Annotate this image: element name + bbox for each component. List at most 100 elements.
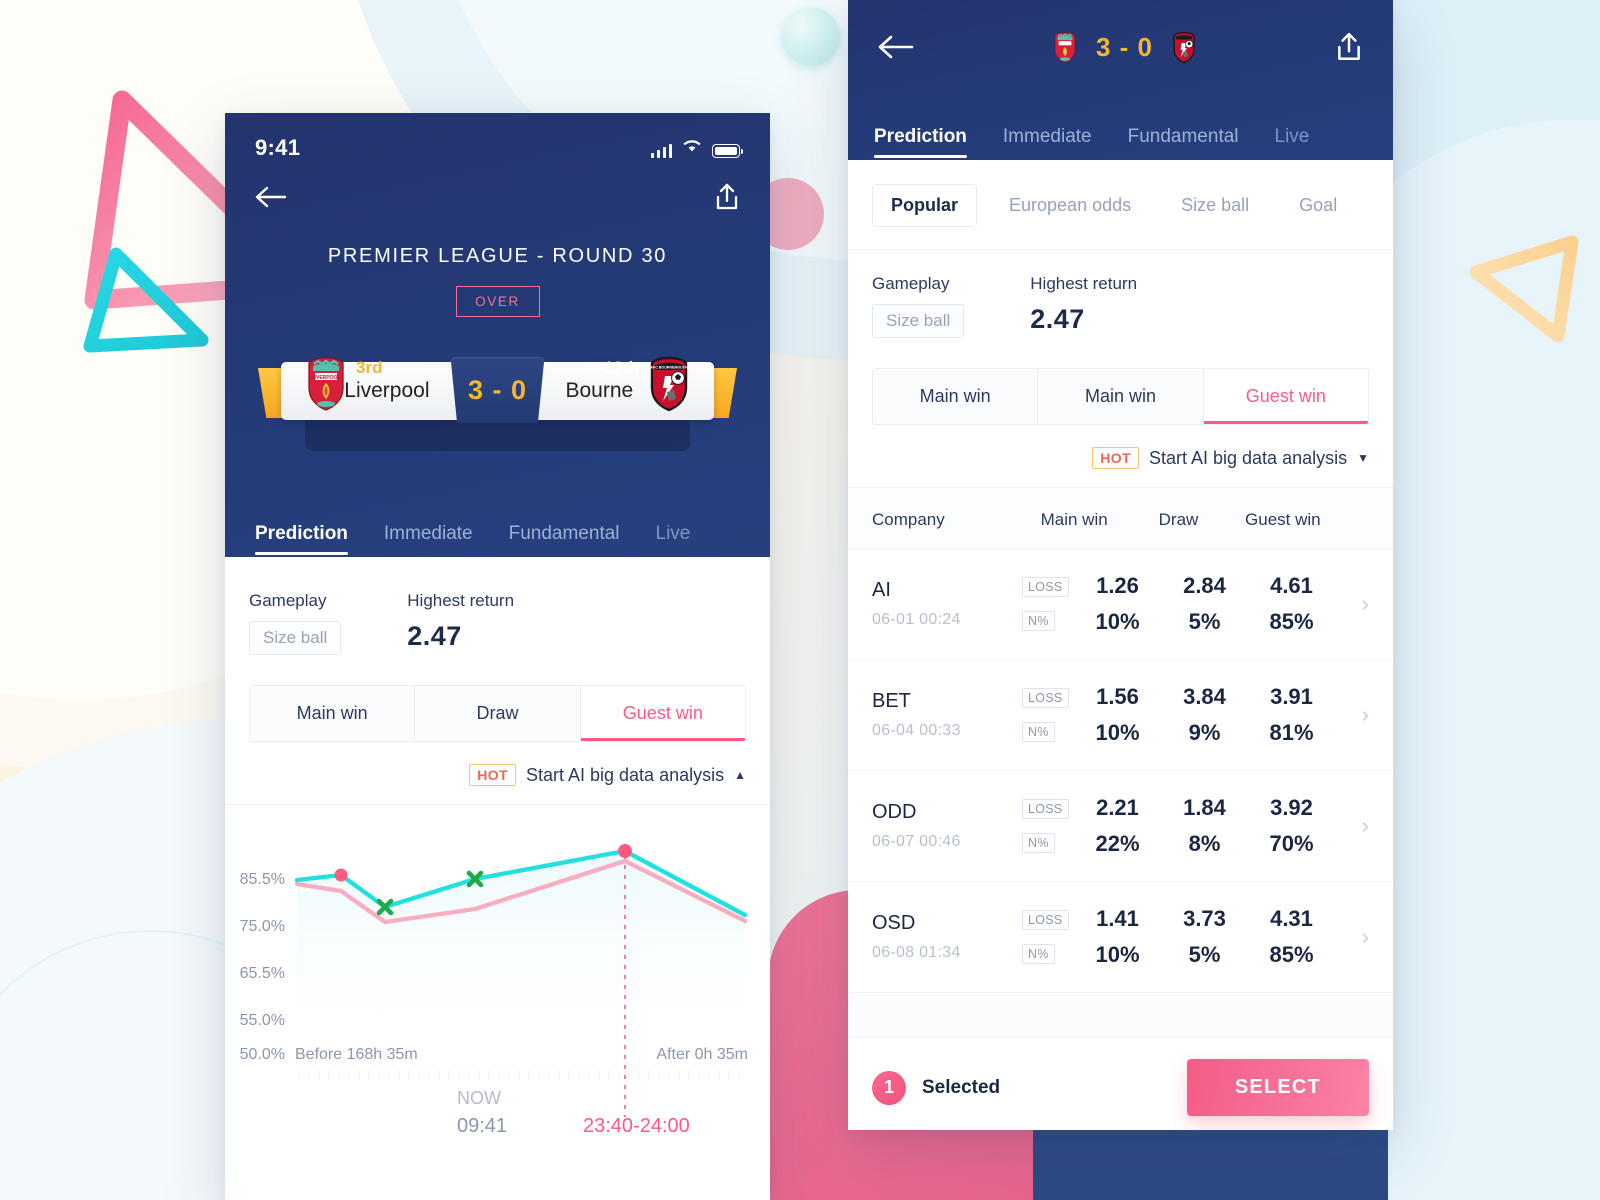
pill-european-odds[interactable]: European odds — [991, 185, 1149, 226]
wifi-icon — [682, 138, 702, 158]
gameplay-label: Gameplay — [249, 591, 327, 610]
chevron-right-icon[interactable]: › — [1335, 591, 1369, 617]
share-icon[interactable] — [1335, 32, 1363, 62]
gameplay-chip[interactable]: Size ball — [249, 621, 342, 655]
away-team-rank: 12th — [604, 358, 639, 377]
tab-fundamental[interactable]: Fundamental — [1128, 126, 1239, 160]
tag-npct: N% — [1022, 833, 1055, 853]
odds-value: 1.84 — [1183, 795, 1226, 820]
liverpool-crest-icon — [1050, 30, 1080, 64]
table-row[interactable]: ODD 06-07 00:46 LOSS N% 2.21 22% 1.84 8%… — [848, 771, 1393, 882]
left-phone-screen: 9:41 PREMIER LEAGUE - ROUND 30 OVER Live… — [225, 113, 770, 1200]
odds-value: 1.41 — [1096, 906, 1139, 931]
highest-return-value: 2.47 — [1030, 304, 1085, 334]
ai-analysis-toggle[interactable]: HOT Start AI big data analysis ▲ — [249, 742, 746, 804]
odds-value: 3.73 — [1183, 906, 1226, 931]
tab-fundamental[interactable]: Fundamental — [509, 523, 620, 557]
tab-prediction[interactable]: Prediction — [255, 523, 348, 557]
hero-nav-row — [225, 161, 770, 211]
chevron-right-icon[interactable]: › — [1335, 813, 1369, 839]
company-name: BET — [872, 690, 911, 712]
percent-value: 8% — [1188, 831, 1221, 856]
ai-analysis-label: Start AI big data analysis — [525, 764, 725, 785]
hero-tab-bar: Prediction Immediate Fundamental Live — [225, 499, 770, 557]
table-row[interactable]: BET 06-04 00:33 LOSS N% 1.56 10% 3.84 9%… — [848, 660, 1393, 771]
segment-main-win-2[interactable]: Main win — [1038, 369, 1204, 424]
share-icon[interactable] — [714, 183, 740, 211]
odds-value: 1.56 — [1096, 684, 1139, 709]
tab-live[interactable]: Live — [656, 523, 691, 557]
company-name: ODD — [872, 801, 917, 823]
select-button[interactable]: SELECT — [1186, 1059, 1369, 1116]
chart-svg: 85.5% 75.0% 65.5% 55.0% 50.0% Before 168… — [240, 844, 748, 1137]
cell-draw: 3.84 9% — [1161, 684, 1248, 746]
chart-now-time: 09:41 — [457, 1115, 507, 1137]
back-arrow-icon[interactable] — [878, 35, 914, 59]
table-row[interactable]: OSD 06-08 01:34 LOSS N% 1.41 10% 3.73 5%… — [848, 882, 1393, 993]
tag-npct: N% — [1022, 722, 1055, 742]
percent-value: 70% — [1269, 831, 1314, 856]
column-header-guest-win: Guest win — [1245, 510, 1321, 529]
match-score: 3 - 0 — [450, 357, 545, 423]
percent-value: 5% — [1188, 942, 1221, 967]
svg-text:LIVERPOOL: LIVERPOOL — [312, 375, 341, 381]
highest-return-label: Highest return — [407, 591, 515, 610]
cell-guest-win: 3.91 81% — [1248, 684, 1335, 746]
cell-draw: 1.84 8% — [1161, 795, 1248, 857]
prediction-chart: 85.5% 75.0% 65.5% 55.0% 50.0% Before 168… — [225, 805, 770, 1165]
percent-value: 10% — [1095, 942, 1140, 967]
tab-prediction[interactable]: Prediction — [874, 126, 967, 160]
odds-value: 2.21 — [1096, 795, 1139, 820]
table-row[interactable]: AI 06-01 00:24 LOSS N% 1.26 10% 2.84 5% … — [848, 549, 1393, 660]
selected-count-badge: 1 — [872, 1070, 906, 1105]
chevron-right-icon[interactable]: › — [1335, 702, 1369, 728]
company-date: 06-04 00:33 — [872, 722, 961, 739]
segment-main-win-1[interactable]: Main win — [873, 369, 1039, 424]
cell-main-win: 2.21 22% — [1074, 795, 1161, 857]
company-name: OSD — [872, 912, 916, 934]
tab-immediate[interactable]: Immediate — [384, 523, 473, 557]
pill-size-ball[interactable]: Size ball — [1163, 185, 1267, 226]
chevron-right-icon[interactable]: › — [1335, 924, 1369, 950]
x-label-left: Before 168h 35m — [295, 1046, 418, 1063]
liverpool-crest-icon: LIVERPOOL — [300, 354, 352, 412]
tab-immediate[interactable]: Immediate — [1003, 126, 1092, 160]
back-arrow-icon[interactable] — [255, 186, 287, 208]
over-badge: OVER — [455, 286, 540, 317]
highest-return-label: Highest return — [1030, 274, 1138, 293]
cell-tags: LOSS N% — [1022, 688, 1074, 742]
tag-loss: LOSS — [1022, 799, 1069, 819]
hero-tab-bar: Prediction Immediate Fundamental Live — [848, 108, 1393, 160]
cell-guest-win: 3.92 70% — [1248, 795, 1335, 857]
gameplay-label: Gameplay — [872, 274, 950, 293]
segment-main-win[interactable]: Main win — [250, 686, 416, 741]
ai-analysis-toggle[interactable]: HOT Start AI big data analysis ▼ — [872, 425, 1369, 487]
decorative-triangle-cyan — [82, 247, 212, 358]
segment-draw[interactable]: Draw — [415, 686, 581, 741]
selected-label: Selected — [922, 1076, 1001, 1098]
odds-value: 1.26 — [1096, 573, 1139, 598]
right-phone-screen: 3 - 0 Prediction Immediate Fundamental L… — [848, 0, 1393, 1130]
tab-live[interactable]: Live — [1275, 126, 1310, 160]
pill-goal[interactable]: Goal — [1281, 185, 1355, 226]
match-hero-header: 9:41 PREMIER LEAGUE - ROUND 30 OVER Live… — [225, 113, 770, 557]
cell-company: AI 06-01 00:24 — [872, 579, 1022, 629]
cell-guest-win: 4.61 85% — [1248, 573, 1335, 635]
gameplay-chip[interactable]: Size ball — [872, 304, 965, 338]
segment-guest-win[interactable]: Guest win — [1203, 369, 1368, 424]
pill-popular[interactable]: Popular — [872, 184, 978, 227]
cell-tags: LOSS N% — [1022, 910, 1074, 964]
outcome-segmented-control: Main win Draw Guest win — [249, 685, 746, 742]
cell-company: OSD 06-08 01:34 — [872, 912, 1022, 962]
segment-guest-win[interactable]: Guest win — [580, 686, 745, 741]
tag-npct: N% — [1022, 611, 1055, 631]
bournemouth-crest-icon — [1169, 30, 1199, 64]
company-date: 06-01 00:24 — [872, 611, 961, 628]
x-label-right: After 0h 35m — [656, 1046, 748, 1063]
chart-marker-opportunity — [618, 844, 632, 858]
company-date: 06-08 01:34 — [872, 944, 961, 961]
company-date: 06-07 00:46 — [872, 833, 961, 850]
status-bar: 9:41 — [225, 113, 770, 161]
chart-marker-time: 23:40-24:00 — [583, 1115, 690, 1137]
chart-tick-strip — [298, 1070, 740, 1080]
